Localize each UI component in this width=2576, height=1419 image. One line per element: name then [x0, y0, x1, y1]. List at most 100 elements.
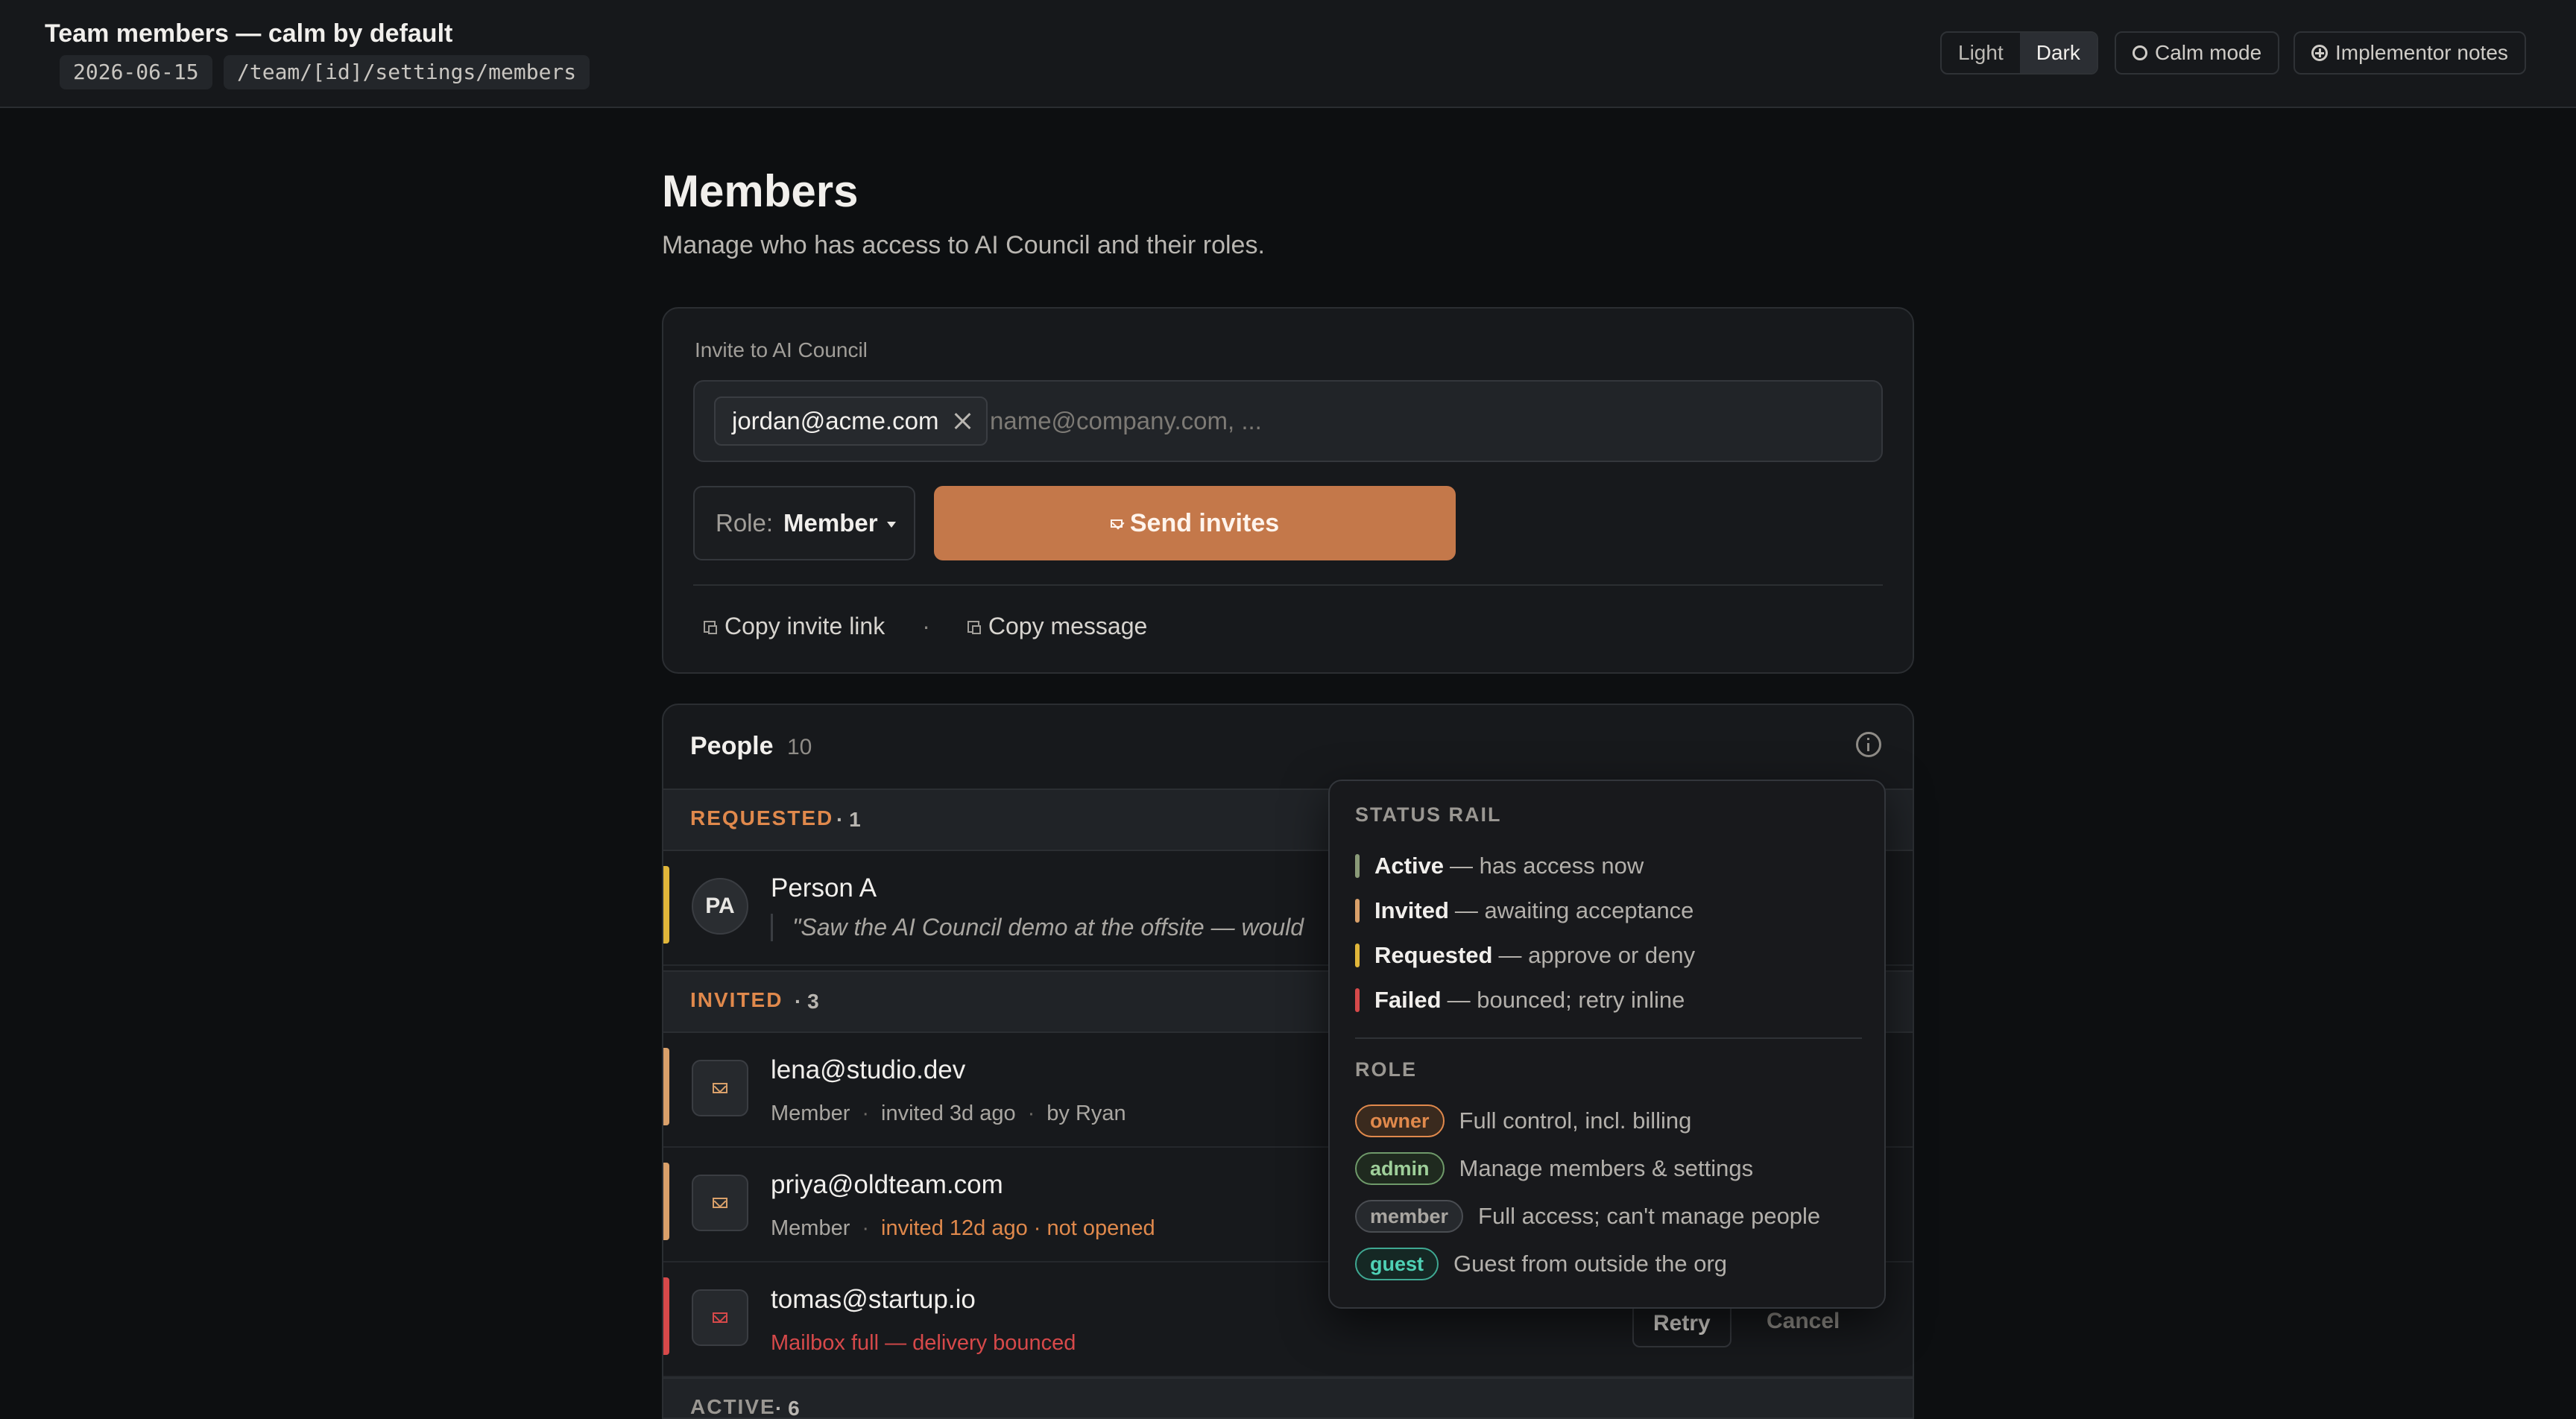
- envelope-icon: [713, 1312, 727, 1323]
- role-desc: Full control, incl. billing: [1459, 1107, 1692, 1134]
- invitee-when: invited 3d ago: [881, 1102, 1016, 1125]
- people-count: 10: [787, 735, 812, 759]
- envelope-icon: [1110, 519, 1123, 528]
- invitee-email: priya@oldteam.com: [771, 1170, 1003, 1199]
- section-label: ACTIVE: [690, 1395, 776, 1418]
- role-heading: ROLE: [1355, 1058, 1418, 1081]
- people-title: People: [690, 732, 774, 760]
- status-rail: [663, 1163, 669, 1240]
- invitee-email: tomas@startup.io: [771, 1285, 976, 1314]
- app-title: Team members — calm by default: [45, 19, 453, 48]
- status-legend-item: Invited — awaiting acceptance: [1355, 896, 1693, 926]
- circle-icon: [2133, 45, 2147, 60]
- date-chip: 2026-06-15: [60, 55, 212, 89]
- plus-circle-icon: [2311, 45, 2328, 61]
- section-label: REQUESTED: [690, 806, 834, 829]
- theme-dark-button[interactable]: Dark: [2019, 33, 2097, 73]
- section-active: ACTIVE · 6: [663, 1377, 1913, 1419]
- divider: [693, 584, 1883, 586]
- email-placeholder: name@company.com, ...: [990, 407, 1262, 434]
- copy-icon: [967, 620, 981, 634]
- status-desc: — has access now: [1450, 853, 1644, 879]
- role-legend-item: owner Full control, incl. billing: [1355, 1103, 1691, 1139]
- section-count: · 6: [775, 1397, 800, 1419]
- invitee-role: Member: [771, 1102, 850, 1125]
- chevron-down-icon: [886, 522, 896, 528]
- envelope-icon: [713, 1198, 727, 1208]
- invitee-when: invited 12d ago · not opened: [881, 1216, 1155, 1240]
- email-input[interactable]: jordan@acme.com name@company.com, ...: [693, 380, 1883, 462]
- person-name: Person A: [771, 873, 877, 903]
- copy-icon: [704, 620, 717, 634]
- invitee-meta: Member · invited 3d ago · by Ryan: [771, 1102, 1126, 1125]
- role-legend-item: guest Guest from outside the org: [1355, 1246, 1727, 1282]
- status-desc: — approve or deny: [1498, 942, 1696, 968]
- invitee-email: lena@studio.dev: [771, 1055, 966, 1084]
- theme-light-button[interactable]: Light: [1942, 33, 2020, 73]
- section-label: INVITED: [690, 988, 783, 1011]
- email-chip-text: jordan@acme.com: [732, 407, 939, 434]
- status-name: Invited: [1374, 897, 1449, 923]
- send-invites-label: Send invites: [1129, 508, 1280, 537]
- status-swatch: [1355, 854, 1360, 878]
- email-chip: jordan@acme.com: [714, 396, 988, 446]
- close-icon[interactable]: [953, 412, 971, 430]
- invite-avatar: [692, 1060, 748, 1116]
- role-badge-admin: admin: [1355, 1152, 1445, 1185]
- info-icon[interactable]: [1856, 732, 1881, 757]
- role-badge-guest: guest: [1355, 1248, 1439, 1280]
- role-badge-member: member: [1355, 1200, 1464, 1233]
- role-badge-owner: owner: [1355, 1104, 1445, 1137]
- status-name: Active: [1374, 853, 1445, 879]
- role-legend-item: admin Manage members & settings: [1355, 1151, 1753, 1186]
- delivery-error: Mailbox full — delivery bounced: [771, 1331, 1076, 1355]
- status-legend-item: Requested — approve or deny: [1355, 941, 1695, 970]
- divider: [1355, 1037, 1862, 1039]
- invite-avatar: [692, 1175, 748, 1231]
- envelope-icon: [713, 1083, 727, 1093]
- copy-message[interactable]: Copy message: [988, 613, 1147, 640]
- copy-links: Copy invite link · Copy message: [704, 613, 1147, 640]
- status-rail: [663, 866, 669, 944]
- status-legend-item: Active — has access now: [1355, 851, 1644, 881]
- invitee-role: Member: [771, 1216, 850, 1240]
- section-count: · 1: [836, 808, 861, 831]
- page-subtitle: Manage who has access to AI Council and …: [662, 231, 1265, 259]
- role-desc: Full access; can't manage people: [1478, 1203, 1821, 1229]
- calm-mode-button[interactable]: Calm mode: [2115, 31, 2280, 75]
- status-rail-heading: STATUS RAIL: [1355, 803, 1502, 826]
- legend-popover: STATUS RAIL Active — has access now Invi…: [1328, 780, 1886, 1309]
- status-name: Failed: [1374, 987, 1442, 1013]
- implementor-notes-button[interactable]: Implementor notes: [2294, 31, 2526, 75]
- status-desc: — awaiting acceptance: [1454, 897, 1694, 923]
- invitee-meta: Member · invited 12d ago · not opened: [771, 1216, 1155, 1240]
- role-legend-item: member Full access; can't manage people: [1355, 1198, 1820, 1234]
- role-label: Role:: [716, 509, 774, 537]
- role-desc: Manage members & settings: [1459, 1155, 1754, 1181]
- role-desc: Guest from outside the org: [1453, 1251, 1728, 1277]
- status-desc: — bounced; retry inline: [1447, 987, 1685, 1013]
- theme-toggle: Light Dark: [1940, 31, 2098, 75]
- implementor-notes-label: Implementor notes: [2335, 41, 2508, 64]
- send-invites-button[interactable]: Send invites: [934, 486, 1456, 560]
- top-bar: Team members — calm by default 2026-06-1…: [0, 0, 2576, 108]
- avatar: PA: [692, 878, 748, 935]
- role-select[interactable]: Role: Member: [693, 486, 915, 560]
- status-rail: [663, 1048, 669, 1125]
- invite-card: Invite to AI Council jordan@acme.com nam…: [662, 307, 1914, 674]
- separator-dot: ·: [922, 613, 930, 639]
- cancel-button[interactable]: Cancel: [1767, 1309, 1840, 1334]
- request-quote: "Saw the AI Council demo at the offsite …: [771, 914, 1304, 941]
- section-count: · 3: [795, 990, 819, 1013]
- copy-invite-link[interactable]: Copy invite link: [724, 613, 885, 640]
- invite-avatar: [692, 1289, 748, 1346]
- invite-label: Invite to AI Council: [695, 338, 868, 361]
- role-value: Member: [783, 509, 878, 537]
- status-swatch: [1355, 944, 1360, 967]
- status-swatch: [1355, 899, 1360, 923]
- page-title: Members: [662, 166, 859, 216]
- status-name: Requested: [1374, 942, 1493, 968]
- calm-mode-label: Calm mode: [2155, 41, 2262, 64]
- invitee-by: by Ryan: [1046, 1102, 1126, 1125]
- status-swatch: [1355, 988, 1360, 1012]
